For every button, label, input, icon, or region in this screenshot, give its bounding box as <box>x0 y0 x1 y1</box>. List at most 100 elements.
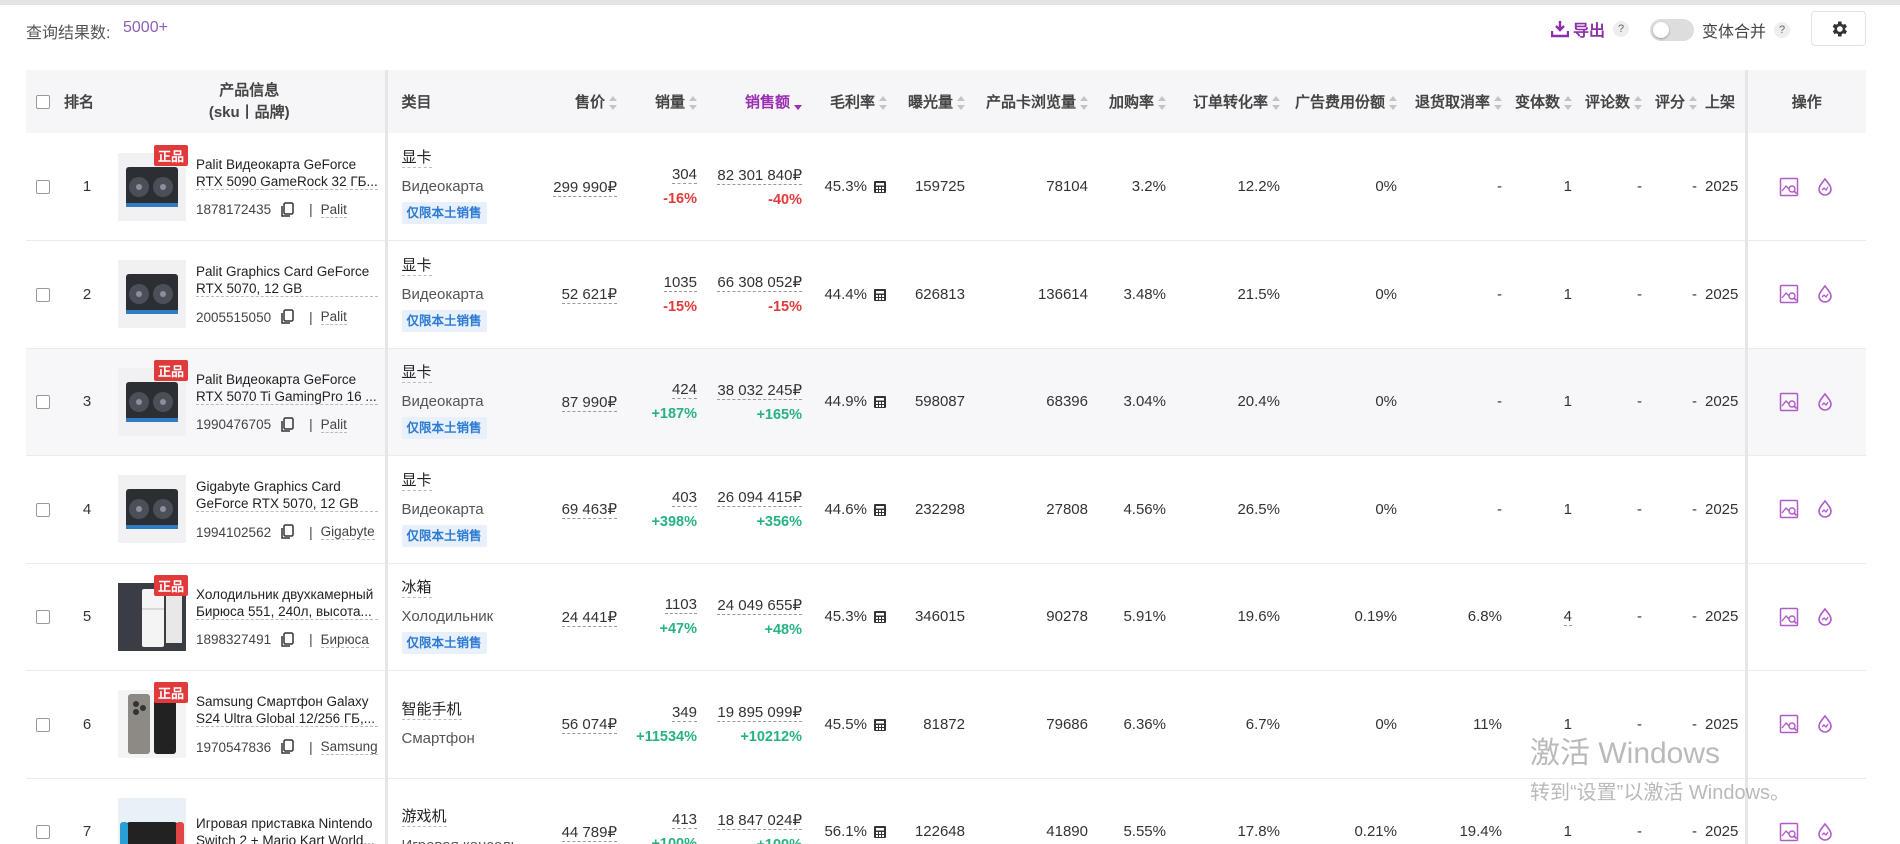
sort-icon[interactable] <box>1158 96 1166 111</box>
product-image[interactable] <box>118 475 186 544</box>
trend-drop-icon[interactable] <box>1815 392 1835 412</box>
sort-icon[interactable] <box>1689 96 1697 111</box>
price-value[interactable]: 24 441₽ <box>561 608 617 627</box>
sort-icon[interactable] <box>1494 96 1502 111</box>
col-price[interactable]: 售价 <box>521 70 621 133</box>
product-image[interactable]: 正品 <box>118 144 188 221</box>
row-checkbox[interactable] <box>36 717 50 732</box>
trend-drop-icon[interactable] <box>1815 822 1835 842</box>
sort-icon[interactable] <box>1389 96 1397 111</box>
revenue-value[interactable]: 19 895 099₽ <box>717 704 802 723</box>
export-button[interactable]: 导出 ? <box>1551 17 1630 41</box>
trend-drop-icon[interactable] <box>1815 177 1835 197</box>
image-search-icon[interactable] <box>1779 499 1799 519</box>
product-brand-link[interactable]: Gigabyte <box>320 524 375 541</box>
price-value[interactable]: 299 990₽ <box>553 178 617 197</box>
copy-icon[interactable] <box>279 739 295 755</box>
calculator-icon[interactable] <box>873 288 887 302</box>
price-value[interactable]: 87 990₽ <box>561 393 617 412</box>
image-search-icon[interactable] <box>1779 177 1799 197</box>
price-value[interactable]: 52 621₽ <box>561 286 617 305</box>
table-row[interactable]: 2 Palit Graphics Card GeForce RTX 5070, 1… <box>26 240 1866 349</box>
revenue-value[interactable]: 66 308 052₽ <box>717 274 802 293</box>
category-cn-link[interactable]: 显卡 <box>401 364 432 384</box>
sort-icon[interactable] <box>689 96 697 111</box>
select-all-checkbox[interactable] <box>36 95 50 110</box>
product-title-link[interactable]: Palit Graphics Card GeForce RTX 5070, 12… <box>196 263 378 298</box>
row-checkbox[interactable] <box>36 502 50 517</box>
sort-icon[interactable] <box>609 96 617 111</box>
price-value[interactable]: 69 463₽ <box>561 501 617 520</box>
sales-value[interactable]: 403 <box>671 488 697 507</box>
trend-drop-icon[interactable] <box>1815 284 1835 304</box>
sales-value[interactable]: 1103 <box>664 596 697 615</box>
copy-icon[interactable] <box>279 524 295 540</box>
trend-drop-icon[interactable] <box>1815 499 1835 519</box>
col-variants[interactable]: 变体数 <box>1506 70 1576 133</box>
product-image[interactable]: 正品 <box>118 682 188 759</box>
variants-value[interactable]: 4 <box>1563 608 1572 627</box>
revenue-value[interactable]: 26 094 415₽ <box>717 489 802 508</box>
product-title-link[interactable]: Palit Видеокарта GeForce RTX 5070 Ti Gam… <box>196 371 378 405</box>
category-cn-link[interactable]: 显卡 <box>401 472 432 491</box>
category-cn-link[interactable]: 冰箱 <box>401 579 432 599</box>
table-row[interactable]: 3 正品 Palit Видеокарта GeForce RTX 5070 Ti … <box>26 348 1866 456</box>
row-checkbox[interactable] <box>36 395 50 410</box>
copy-icon[interactable] <box>279 417 295 433</box>
image-search-icon[interactable] <box>1779 607 1799 627</box>
product-image[interactable]: 正品 <box>118 574 188 651</box>
col-order-conv[interactable]: 订单转化率 <box>1170 70 1284 133</box>
category-cn-link[interactable]: 显卡 <box>401 149 432 168</box>
product-brand-link[interactable]: Palit <box>320 202 347 218</box>
sort-icon[interactable] <box>1272 96 1280 111</box>
image-search-icon[interactable] <box>1779 284 1799 304</box>
image-search-icon[interactable] <box>1779 822 1799 842</box>
calculator-icon[interactable] <box>873 718 887 732</box>
table-row[interactable]: 4 Gigabyte Graphics Card GeForce RTX 5070… <box>26 455 1866 564</box>
col-card-views[interactable]: 产品卡浏览量 <box>969 70 1092 133</box>
product-brand-link[interactable]: Бирюса <box>320 632 369 648</box>
sort-icon[interactable] <box>957 96 965 111</box>
revenue-value[interactable]: 82 301 840₽ <box>717 166 802 185</box>
product-brand-link[interactable]: Palit <box>320 417 347 433</box>
product-title-link[interactable]: Gigabyte Graphics Card GeForce RTX 5070,… <box>196 478 378 513</box>
product-brand-link[interactable]: Palit <box>320 309 347 326</box>
col-cart-rate[interactable]: 加购率 <box>1092 70 1170 133</box>
row-checkbox[interactable] <box>36 287 50 302</box>
merge-help-icon[interactable]: ? <box>1774 22 1791 38</box>
product-title-link[interactable]: Samsung Смартфон Galaxy S24 Ultra Global… <box>196 693 378 728</box>
copy-icon[interactable] <box>279 632 295 648</box>
category-cn-link[interactable]: 显卡 <box>401 257 432 276</box>
product-title-link[interactable]: Холодильник двухкамерный Бирюса 551, 240… <box>196 586 378 620</box>
revenue-value[interactable]: 18 847 024₽ <box>717 811 802 830</box>
col-exposure[interactable]: 曝光量 <box>891 70 969 133</box>
table-row[interactable]: 1 正品 Palit Видеокарта GeForce RTX 5090 Gam… <box>26 133 1866 241</box>
sort-desc-icon[interactable] <box>794 96 802 111</box>
col-reviews[interactable]: 评论数 <box>1576 70 1646 133</box>
variant-merge-toggle[interactable] <box>1650 19 1694 41</box>
col-rating[interactable]: 评分 <box>1646 70 1701 133</box>
price-value[interactable]: 56 074₽ <box>561 716 617 735</box>
sales-value[interactable]: 424 <box>671 381 697 400</box>
calculator-icon[interactable] <box>873 180 887 194</box>
product-brand-link[interactable]: Samsung <box>320 739 378 756</box>
row-checkbox[interactable] <box>36 180 50 195</box>
col-return-rate[interactable]: 退货取消率 <box>1401 70 1506 133</box>
product-title-link[interactable]: Palit Видеокарта GeForce RTX 5090 GameRo… <box>196 156 378 190</box>
sort-icon[interactable] <box>1080 96 1088 111</box>
product-title-link[interactable]: Игровая приставка Nintendo Switch 2 + Ma… <box>196 815 378 844</box>
col-margin[interactable]: 毛利率 <box>806 70 891 133</box>
calculator-icon[interactable] <box>873 825 887 839</box>
sales-value[interactable]: 349 <box>671 703 697 722</box>
revenue-value[interactable]: 24 049 655₽ <box>717 596 802 615</box>
copy-icon[interactable] <box>279 201 295 218</box>
price-value[interactable]: 44 789₽ <box>561 823 617 842</box>
sales-value[interactable]: 413 <box>671 811 697 830</box>
trend-drop-icon[interactable] <box>1815 607 1835 627</box>
sort-icon[interactable] <box>879 96 887 111</box>
category-cn-link[interactable]: 智能手机 <box>401 701 462 720</box>
trend-drop-icon[interactable] <box>1815 714 1835 734</box>
sales-value[interactable]: 304 <box>671 166 697 184</box>
row-checkbox[interactable] <box>36 610 50 625</box>
calculator-icon[interactable] <box>873 395 887 409</box>
